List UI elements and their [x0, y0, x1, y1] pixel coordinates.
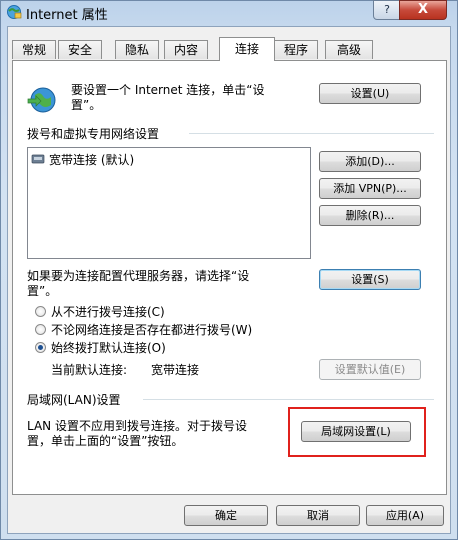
lan-group-title: 局域网(LAN)设置: [27, 393, 121, 407]
cancel-button[interactable]: 取消: [276, 505, 360, 526]
tab-general[interactable]: 常规: [12, 40, 56, 59]
dial-whenever-label[interactable]: 不论网络连接是否存在都进行拨号(W): [51, 321, 252, 338]
lan-settings-button[interactable]: 局域网设置(L): [301, 421, 411, 442]
proxy-settings-button[interactable]: 设置(S): [319, 269, 421, 290]
always-dial-default-radio[interactable]: [35, 342, 46, 353]
tab-connections[interactable]: 连接: [219, 37, 275, 61]
list-item[interactable]: 宽带连接 (默认): [31, 151, 307, 167]
proxy-instruction-line1: 如果要为连接配置代理服务器，请选择“设: [27, 269, 250, 283]
remove-connection-button[interactable]: 删除(R)...: [319, 205, 421, 226]
add-connection-button[interactable]: 添加(D)...: [319, 151, 421, 172]
always-dial-default-label[interactable]: 始终拨打默认连接(O): [51, 339, 166, 356]
dialup-group-divider: [189, 133, 434, 134]
dialup-connection-icon: [31, 154, 45, 164]
connections-panel: 要设置一个 Internet 连接，单击“设 置”。 设置(U) 拨号和虚拟专用…: [12, 60, 447, 495]
lan-instruction-line2: 置，单击上面的“设置”按钮。: [27, 434, 184, 448]
help-button[interactable]: ?: [373, 0, 401, 20]
tab-advanced[interactable]: 高级: [325, 40, 373, 59]
close-button[interactable]: X: [399, 0, 447, 20]
tab-programs[interactable]: 程序: [274, 40, 318, 59]
internet-globe-icon: [27, 87, 56, 113]
internet-properties-window: Internet 属性 ? X 常规 安全 隐私 内容 连接 程序 高级 要设置…: [0, 0, 458, 540]
add-vpn-button[interactable]: 添加 VPN(P)...: [319, 178, 421, 199]
never-dial-label[interactable]: 从不进行拨号连接(C): [51, 303, 165, 320]
tab-content[interactable]: 内容: [164, 40, 208, 59]
title-bar[interactable]: Internet 属性 ? X: [1, 0, 457, 25]
apply-button[interactable]: 应用(A): [366, 505, 444, 526]
current-default-value: 宽带连接: [151, 363, 200, 377]
setup-instruction-line2: 置”。: [71, 98, 102, 112]
ok-button[interactable]: 确定: [184, 505, 268, 526]
tab-privacy[interactable]: 隐私: [115, 40, 159, 59]
connection-name: 宽带连接 (默认): [49, 153, 135, 167]
dialup-group-title: 拨号和虚拟专用网络设置: [27, 127, 160, 141]
dial-whenever-radio[interactable]: [35, 324, 46, 335]
set-default-button[interactable]: 设置默认值(E): [319, 359, 421, 380]
window-title: Internet 属性: [26, 8, 108, 23]
connections-list[interactable]: 宽带连接 (默认): [27, 147, 311, 259]
proxy-instruction-line2: 置”。: [27, 284, 58, 298]
dialog-client-area: 常规 安全 隐私 内容 连接 程序 高级 要设置一个 Internet 连接，单…: [7, 26, 451, 534]
current-default-label: 当前默认连接:: [51, 363, 128, 377]
internet-options-icon: [7, 5, 22, 19]
setup-button[interactable]: 设置(U): [319, 83, 421, 104]
tab-security[interactable]: 安全: [58, 40, 102, 59]
never-dial-radio[interactable]: [35, 306, 46, 317]
lan-group-divider: [143, 399, 434, 400]
